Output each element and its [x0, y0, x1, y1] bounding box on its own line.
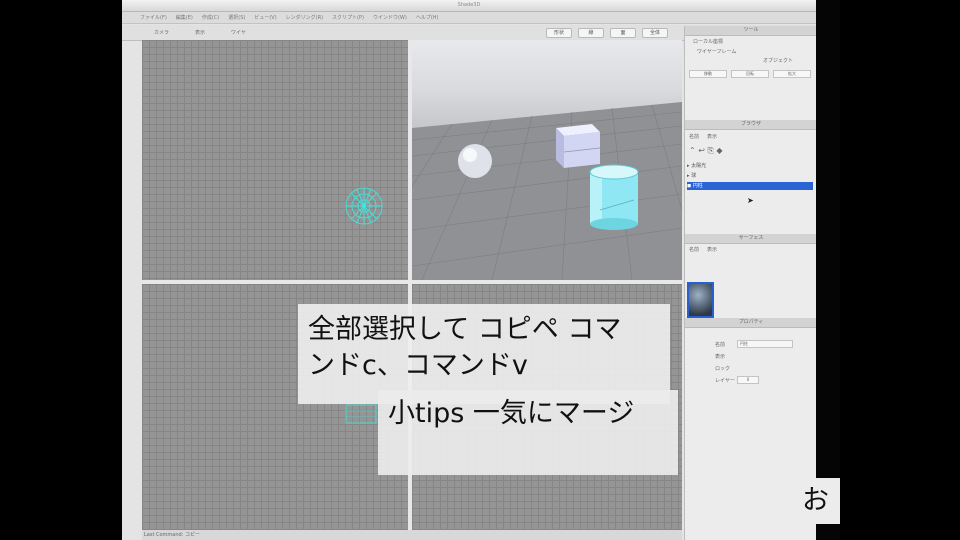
top-view-viewport[interactable]: [142, 40, 408, 280]
browser-item-sunlight[interactable]: ▸ 太陽光: [687, 162, 813, 170]
status-bar: Last Command: コピー: [142, 530, 682, 540]
tool-panel-header[interactable]: ツール: [685, 26, 816, 36]
surface-panel-header[interactable]: サーフェス: [685, 234, 816, 244]
cylinder-object: [589, 164, 639, 230]
menu-edit[interactable]: 編集(E): [176, 12, 193, 23]
camera-dropdown[interactable]: カメラ: [146, 28, 177, 37]
browser-toolbar-icons[interactable]: ⌃ ↩ ⎘ ◆: [689, 146, 723, 156]
menu-render[interactable]: レンダリング(R): [286, 12, 323, 23]
display-dropdown[interactable]: 表示: [187, 28, 213, 37]
mode-all-button[interactable]: 全体: [642, 28, 668, 38]
material-swatch[interactable]: [687, 282, 714, 318]
wireframe-label[interactable]: ワイヤーフレーム: [697, 48, 736, 55]
sphere-object: [458, 144, 492, 178]
mouse-cursor-icon: ➤: [747, 196, 754, 205]
menu-view[interactable]: ビュー(V): [254, 12, 276, 23]
menu-select[interactable]: 選択(S): [228, 12, 245, 23]
perspective-scene: [412, 102, 682, 280]
caption-line-4: お: [802, 485, 829, 516]
perspective-viewport[interactable]: [412, 40, 682, 280]
menu-file[interactable]: ファイル(F): [140, 12, 167, 23]
menu-script[interactable]: スクリプト(P): [332, 12, 364, 23]
menu-bar: ファイル(F) 編集(E) 作成(C) 選択(S) ビュー(V) レンダリング(…: [122, 12, 816, 24]
browser-panel-header[interactable]: ブラウザ: [685, 120, 816, 130]
top-view-sphere-wireframe: [345, 187, 383, 225]
browser-tab-name[interactable]: 名前: [689, 133, 699, 140]
property-layer-field[interactable]: 0: [737, 376, 759, 384]
property-lock-label: ロック: [715, 366, 731, 372]
side-panel: ツール ローカル座標 ワイヤーフレーム オブジェクト 移動 回転 拡大 ブラウザ…: [684, 26, 816, 540]
wire-dropdown[interactable]: ワイヤ: [223, 28, 254, 37]
caption-line-2: ンドc、コマンドv: [308, 350, 528, 381]
surface-tab-display[interactable]: 表示: [707, 246, 717, 253]
properties-panel-header[interactable]: プロパティ: [685, 318, 816, 328]
rotate-button[interactable]: 回転: [731, 70, 769, 78]
property-name-field[interactable]: 円柱: [737, 340, 793, 348]
mode-shape-button[interactable]: 形状: [546, 28, 572, 38]
caption-box-3: お: [796, 478, 840, 524]
right-letterbox: [816, 0, 840, 540]
viewport-divider-horizontal[interactable]: [142, 280, 682, 284]
window-title: Shade3D: [122, 0, 816, 12]
property-layer-label: レイヤー: [715, 378, 735, 384]
menu-help[interactable]: ヘルプ(H): [416, 12, 439, 23]
object-label[interactable]: オブジェクト: [763, 57, 793, 64]
surface-tab-name[interactable]: 名前: [689, 246, 699, 253]
menu-window[interactable]: ウインドウ(W): [373, 12, 407, 23]
property-display-label: 表示: [715, 354, 726, 360]
browser-item-cylinder[interactable]: ◼ 円柱: [687, 182, 813, 190]
caption-line-3: 小tips 一気にマージ: [388, 398, 635, 429]
property-name-label: 名前: [715, 342, 726, 348]
scale-button[interactable]: 拡大: [773, 70, 811, 78]
browser-item-sphere[interactable]: ▸ 球: [687, 172, 813, 180]
local-coord-label: ローカル座標: [693, 39, 724, 45]
browser-tab-display[interactable]: 表示: [707, 133, 717, 140]
mode-face-button[interactable]: 面: [610, 28, 636, 38]
menu-create[interactable]: 作成(C): [202, 12, 219, 23]
cube-object: [556, 124, 601, 168]
move-button[interactable]: 移動: [689, 70, 727, 78]
caption-line-1: 全部選択して コピペ コマ: [308, 314, 622, 345]
caption-box-1: 全部選択して コピペ コマ ンドc、コマンドv: [298, 304, 670, 404]
mode-line-button[interactable]: 線: [578, 28, 604, 38]
caption-box-2: 小tips 一気にマージ: [378, 390, 678, 475]
